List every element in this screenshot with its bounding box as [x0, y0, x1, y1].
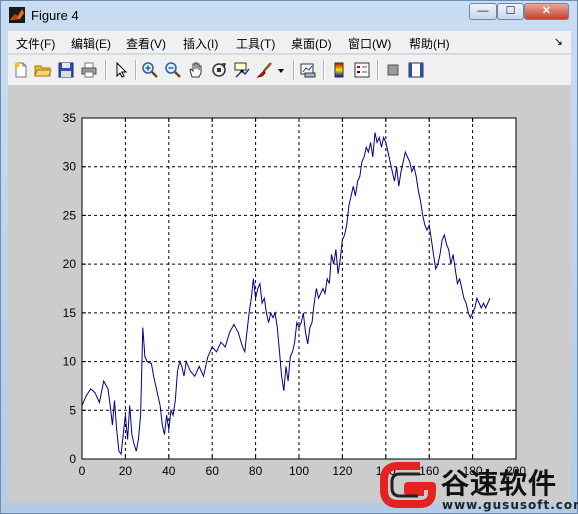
- brush-icon[interactable]: [256, 61, 274, 79]
- brush-dropdown-icon[interactable]: [276, 61, 286, 79]
- y-tick-label: 10: [63, 355, 77, 369]
- menu-help[interactable]: 帮助(H): [409, 35, 450, 52]
- toolbar-separator: [135, 60, 137, 80]
- watermark-url: www.gususoft.com: [442, 498, 578, 512]
- menu-edit[interactable]: 编辑(E): [71, 35, 111, 52]
- y-tick-label: 5: [69, 403, 76, 417]
- menu-tools[interactable]: 工具(T): [236, 35, 275, 52]
- hide-plot-tools-icon[interactable]: [384, 61, 402, 79]
- matlab-logo-icon: [9, 7, 25, 23]
- toolbar-separator: [323, 60, 325, 80]
- menu-file[interactable]: 文件(F): [16, 35, 55, 52]
- menu-insert[interactable]: 插入(I): [183, 35, 218, 52]
- minimize-button[interactable]: —: [469, 3, 497, 20]
- figure-toolbar: [8, 54, 571, 85]
- maximize-button[interactable]: ☐: [497, 3, 524, 20]
- menu-desktop[interactable]: 桌面(D): [291, 35, 332, 52]
- title-bar[interactable]: Figure 4 — ☐ ✕: [1, 1, 577, 28]
- y-tick-label: 15: [63, 306, 77, 320]
- x-tick-label: 80: [249, 464, 263, 478]
- y-tick-label: 0: [69, 452, 76, 466]
- new-figure-icon[interactable]: [12, 61, 30, 79]
- figure-window: Figure 4 — ☐ ✕ 文件(F) 编辑(E) 查看(V) 插入(I) 工…: [0, 0, 578, 514]
- menu-view[interactable]: 查看(V): [126, 35, 166, 52]
- open-file-icon[interactable]: [34, 61, 52, 79]
- y-tick-label: 30: [63, 160, 77, 174]
- window-title: Figure 4: [31, 8, 79, 23]
- legend-icon[interactable]: [353, 61, 371, 79]
- menu-overflow-icon[interactable]: ↘: [554, 35, 563, 48]
- x-tick-label: 120: [332, 464, 352, 478]
- y-tick-label: 25: [63, 208, 77, 222]
- figure-canvas: 0 20 40 60 80 100 120 140 160 180 200 0 5 10 15 20 25 30 3…: [8, 85, 571, 503]
- y-tick-label: 20: [63, 257, 77, 271]
- pointer-icon[interactable]: [112, 61, 130, 79]
- toolbar-separator: [293, 60, 295, 80]
- print-icon[interactable]: [80, 61, 98, 79]
- data-cursor-icon[interactable]: [233, 61, 251, 79]
- zoom-in-icon[interactable]: [141, 61, 159, 79]
- x-tick-label: 40: [162, 464, 176, 478]
- toolbar-separator: [377, 60, 379, 80]
- line-plot[interactable]: 0 20 40 60 80 100 120 140 160 180 2000510152025303…: [8, 85, 571, 503]
- close-button[interactable]: ✕: [524, 3, 569, 20]
- save-icon[interactable]: [57, 61, 75, 79]
- x-tick-label: 20: [119, 464, 133, 478]
- menu-bar: 文件(F) 编辑(E) 查看(V) 插入(I) 工具(T) 桌面(D) 窗口(W…: [8, 31, 571, 53]
- pan-hand-icon[interactable]: [187, 61, 205, 79]
- y-tick-label: 35: [63, 111, 77, 125]
- link-plot-icon[interactable]: [299, 61, 317, 79]
- zoom-out-icon[interactable]: [164, 61, 182, 79]
- watermark-logo-icon: [380, 462, 438, 508]
- rotate-3d-icon[interactable]: [210, 61, 228, 79]
- menu-window[interactable]: 窗口(W): [348, 35, 391, 52]
- watermark-title: 谷速软件: [441, 467, 558, 500]
- x-tick-label: 100: [289, 464, 309, 478]
- colorbar-icon[interactable]: [330, 61, 348, 79]
- x-tick-label: 0: [79, 464, 86, 478]
- x-tick-label: 60: [206, 464, 220, 478]
- toolbar-separator: [105, 60, 107, 80]
- show-plot-tools-icon[interactable]: [407, 61, 425, 79]
